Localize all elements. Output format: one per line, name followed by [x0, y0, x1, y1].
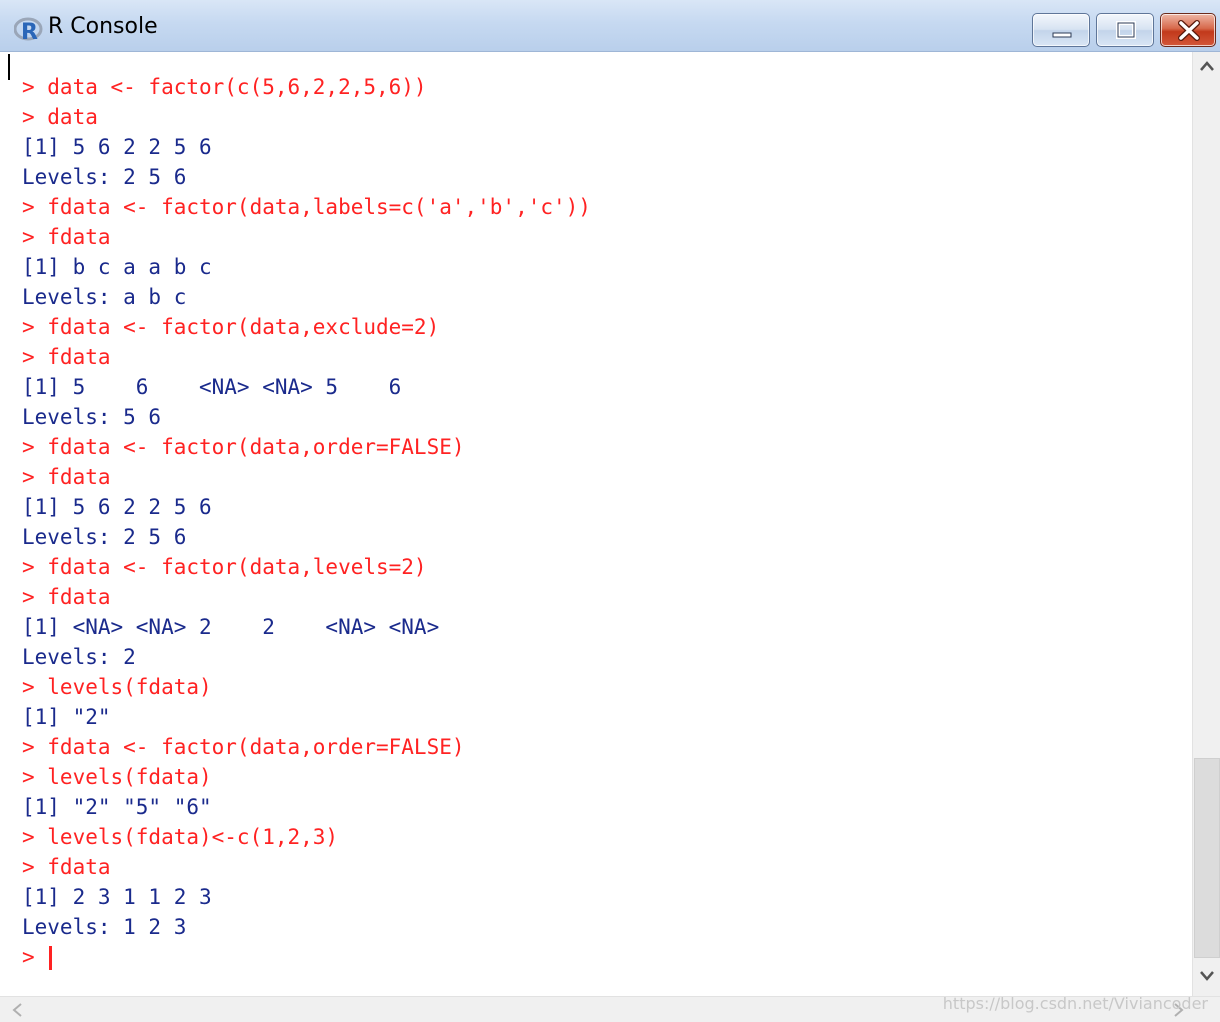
vertical-scrollbar[interactable] — [1192, 52, 1220, 996]
console-command-line: > fdata <- factor(data,labels=c('a','b',… — [22, 195, 591, 219]
console-command-line: > fdata — [22, 855, 111, 879]
console-command-line: > fdata <- factor(data,order=FALSE) — [22, 735, 465, 759]
console-output-line: Levels: a b c — [22, 285, 187, 309]
minimize-button[interactable] — [1032, 13, 1090, 47]
scroll-left-icon[interactable] — [10, 1001, 26, 1019]
scroll-up-icon[interactable] — [1197, 58, 1217, 74]
console-command-line: > fdata — [22, 465, 111, 489]
console-prompt-line[interactable]: > — [22, 942, 591, 972]
r-logo-icon: R — [13, 16, 44, 45]
console-command-line: > data — [22, 105, 98, 129]
console-command-line: > levels(fdata) — [22, 765, 212, 789]
console-output-line: [1] <NA> <NA> 2 2 <NA> <NA> — [22, 615, 440, 639]
console-command-line: > fdata <- factor(data,levels=2) — [22, 555, 427, 579]
svg-text:R: R — [21, 20, 38, 44]
close-button[interactable] — [1160, 13, 1216, 47]
console-command-line: > levels(fdata)<-c(1,2,3) — [22, 825, 339, 849]
minimize-icon — [1052, 32, 1072, 38]
vertical-scroll-thumb[interactable] — [1194, 758, 1220, 958]
console-output-line: Levels: 2 5 6 — [22, 165, 187, 189]
console-output-line: Levels: 2 5 6 — [22, 525, 187, 549]
console-command-line: > fdata — [22, 345, 111, 369]
console-output-line: Levels: 1 2 3 — [22, 915, 187, 939]
console-output-line: [1] "2" — [22, 705, 111, 729]
console-lines: > data <- factor(c(5,6,2,2,5,6)) > data [1… — [22, 72, 591, 972]
console-output-line: [1] b c a a b c — [22, 255, 212, 279]
console-command-line: > fdata — [22, 225, 111, 249]
maximize-button[interactable] — [1096, 13, 1154, 47]
console-prompt: > — [22, 945, 48, 969]
console-command-line: > levels(fdata) — [22, 675, 212, 699]
console-output-line: [1] 5 6 <NA> <NA> 5 6 — [22, 375, 402, 399]
console-command-line: > data <- factor(c(5,6,2,2,5,6)) — [22, 75, 427, 99]
console-output-line: [1] 2 3 1 1 2 3 — [22, 885, 212, 909]
console-command-line: > fdata — [22, 585, 111, 609]
console-output-line: [1] 5 6 2 2 5 6 — [22, 495, 212, 519]
console-output-line: [1] 5 6 2 2 5 6 — [22, 135, 212, 159]
window-title: R Console — [48, 14, 158, 39]
title-bar[interactable]: R R Console — [0, 0, 1220, 52]
input-cursor — [49, 946, 53, 970]
console-output-line: Levels: 2 — [22, 645, 136, 669]
watermark-text: https://blog.csdn.net/Viviancoder — [942, 994, 1208, 1013]
console-command-line: > fdata <- factor(data,order=FALSE) — [22, 435, 465, 459]
console-command-line: > fdata <- factor(data,exclude=2) — [22, 315, 440, 339]
scroll-down-icon[interactable] — [1197, 968, 1217, 984]
close-icon — [1178, 20, 1200, 41]
maximize-icon — [1116, 21, 1136, 39]
console-output-line: [1] "2" "5" "6" — [22, 795, 212, 819]
console-output-line: Levels: 5 6 — [22, 405, 162, 429]
text-caret — [8, 54, 10, 80]
